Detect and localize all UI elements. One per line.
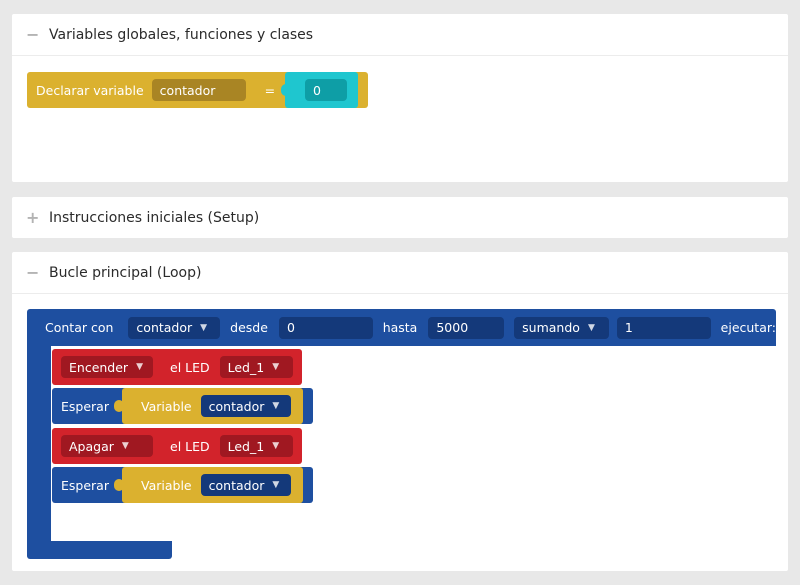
variable-block[interactable]: Variable contador ▼ — [114, 467, 303, 503]
variable-value: contador — [208, 477, 265, 493]
led-off-block[interactable]: Apagar ▼ el LED Led_1 ▼ — [52, 428, 302, 464]
led-label: el LED — [170, 359, 210, 375]
loop-variable-dropdown[interactable]: contador ▼ — [128, 316, 221, 339]
do-label: ejecutar: — [720, 320, 776, 335]
led-select-dropdown[interactable]: Led_1 ▼ — [219, 356, 293, 378]
step-mode-value: sumando — [522, 320, 580, 335]
declare-variable-block[interactable]: Declarar variable contador = 0 — [27, 72, 368, 108]
for-loop-spine — [27, 346, 51, 542]
dropdown-arrow-icon: ▼ — [587, 322, 595, 333]
globals-panel: − Variables globales, funciones y clases… — [12, 14, 788, 182]
from-value-field[interactable]: 0 — [278, 316, 373, 339]
led-label: el LED — [170, 438, 210, 454]
from-label: desde — [230, 320, 268, 335]
led-action-value: Encender — [69, 359, 129, 375]
globals-panel-header[interactable]: − Variables globales, funciones y clases — [12, 14, 788, 56]
led-action-dropdown[interactable]: Apagar ▼ — [61, 435, 153, 457]
variable-dropdown[interactable]: contador ▼ — [200, 395, 291, 417]
loop-variable-value: contador — [136, 320, 193, 335]
loop-panel-header[interactable]: − Bucle principal (Loop) — [12, 252, 788, 294]
led-select-value: Led_1 — [227, 438, 265, 454]
value-connector — [114, 479, 124, 491]
collapse-icon[interactable]: − — [26, 26, 39, 43]
led-action-dropdown[interactable]: Encender ▼ — [61, 356, 153, 378]
dropdown-arrow-icon: ▼ — [272, 480, 280, 490]
dropdown-arrow-icon: ▼ — [272, 401, 280, 411]
value-connector — [114, 400, 124, 412]
declare-variable-label: Declarar variable — [36, 82, 144, 98]
number-value-block[interactable]: 0 — [281, 72, 358, 108]
number-value-field[interactable]: 0 — [305, 79, 347, 101]
led-select-dropdown[interactable]: Led_1 ▼ — [219, 435, 293, 457]
variable-value: contador — [208, 398, 265, 414]
variable-dropdown[interactable]: contador ▼ — [200, 474, 291, 496]
wait-label: Esperar — [61, 398, 109, 414]
dropdown-arrow-icon: ▼ — [272, 362, 280, 372]
led-action-value: Apagar — [69, 438, 114, 454]
expand-icon[interactable]: + — [26, 209, 39, 226]
for-loop-footer — [27, 541, 172, 559]
led-select-value: Led_1 — [227, 359, 265, 375]
collapse-icon[interactable]: − — [26, 264, 39, 281]
variable-label: Variable — [141, 398, 192, 414]
led-on-block[interactable]: Encender ▼ el LED Led_1 ▼ — [52, 349, 302, 385]
variable-block[interactable]: Variable contador ▼ — [114, 388, 303, 424]
setup-panel: + Instrucciones iniciales (Setup) — [12, 197, 788, 238]
globals-panel-title: Variables globales, funciones y clases — [49, 26, 314, 43]
wait-label: Esperar — [61, 477, 109, 493]
variable-name-field[interactable]: contador — [151, 79, 246, 101]
wait-block[interactable]: Esperar Variable contador ▼ — [52, 388, 313, 424]
setup-panel-header[interactable]: + Instrucciones iniciales (Setup) — [12, 197, 788, 238]
to-label: hasta — [382, 320, 418, 335]
step-value-field[interactable]: 1 — [616, 316, 711, 339]
step-mode-dropdown[interactable]: sumando ▼ — [514, 316, 609, 339]
setup-panel-title: Instrucciones iniciales (Setup) — [49, 209, 260, 226]
equals-sign: = — [264, 82, 276, 98]
dropdown-arrow-icon: ▼ — [200, 322, 208, 333]
dropdown-arrow-icon: ▼ — [136, 362, 143, 372]
dropdown-arrow-icon: ▼ — [272, 441, 280, 451]
to-value-field[interactable]: 5000 — [428, 316, 505, 339]
dropdown-arrow-icon: ▼ — [121, 441, 129, 451]
variable-label: Variable — [141, 477, 192, 493]
loop-panel-title: Bucle principal (Loop) — [49, 264, 202, 281]
for-loop-header[interactable]: Contar con contador ▼ desde 0 hasta 5000… — [27, 309, 776, 346]
value-connector — [281, 84, 291, 96]
wait-block[interactable]: Esperar Variable contador ▼ — [52, 467, 313, 503]
for-loop-label: Contar con — [45, 320, 114, 335]
